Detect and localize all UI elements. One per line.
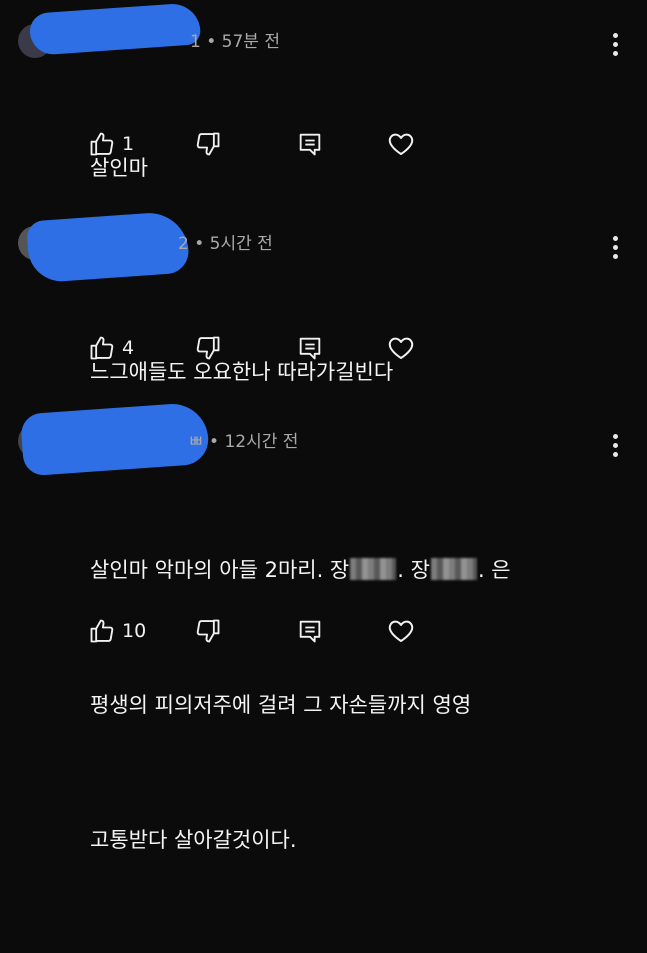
like-count: 1	[122, 133, 135, 155]
comment-line: 살인마 악마의 아들 2마리. 장 . 장 . 은	[90, 548, 511, 593]
comment-text: 살인마 악마의 아들 2마리. 장 . 장 . 은 평생의 피의저주에 걸려 그 자…	[90, 458, 511, 953]
thumbs-up-icon	[90, 132, 114, 156]
reply-icon	[299, 620, 321, 643]
username-tail: ㅃ	[188, 432, 204, 452]
comment-line: 느그애들도 오요한나 따라가길빈다	[90, 360, 394, 384]
heart-button[interactable]	[386, 331, 416, 365]
like-count: 4	[122, 337, 135, 359]
comment-1: 1 • 57분 전 살인마 1	[0, 0, 647, 180]
comment-meta: 1 • 57분 전	[190, 27, 280, 52]
like-button[interactable]: 1	[88, 127, 134, 161]
thumbs-up-icon	[90, 336, 114, 360]
thumbs-up-icon	[90, 619, 114, 643]
more-vertical-icon[interactable]	[613, 434, 619, 457]
dislike-button[interactable]	[194, 614, 222, 648]
like-button[interactable]: 4	[88, 331, 134, 365]
thumbs-down-icon	[196, 132, 220, 156]
dislike-button[interactable]	[194, 127, 222, 161]
like-button[interactable]: 10	[88, 614, 146, 648]
reply-icon	[299, 337, 321, 360]
reply-button[interactable]	[296, 127, 324, 161]
dislike-button[interactable]	[194, 331, 222, 365]
reply-icon	[299, 133, 321, 156]
more-vertical-icon[interactable]	[613, 33, 619, 56]
comment-meta: 2 • 5시간 전	[178, 229, 273, 254]
heart-icon	[388, 337, 414, 359]
comment-meta: ㅃ • 12시간 전	[188, 427, 298, 452]
thumbs-down-icon	[196, 336, 220, 360]
reply-button[interactable]	[296, 614, 324, 648]
heart-button[interactable]	[386, 614, 416, 648]
heart-button[interactable]	[386, 127, 416, 161]
like-count: 10	[122, 620, 147, 642]
comment-3: ㅃ • 12시간 전 살인마 악마의 아들 2마리. 장 . 장 . 은 평생의 피…	[0, 400, 647, 852]
comment-2: 2 • 5시간 전 느그애들도 오요한나 따라가길빈다 4	[0, 200, 647, 384]
redacted-username	[28, 2, 202, 56]
reply-button[interactable]	[296, 331, 324, 365]
heart-icon	[388, 620, 414, 642]
timestamp: • 57분 전	[206, 32, 280, 52]
text-segment: . 은	[477, 558, 511, 582]
thumbs-down-icon	[196, 619, 220, 643]
username-tail: 1	[190, 32, 201, 52]
text-segment: . 장	[397, 558, 430, 582]
timestamp: • 12시간 전	[209, 432, 299, 452]
comment-line: 평생의 피의저주에 걸려 그 자손들까지 영영	[90, 693, 472, 717]
blurred-name	[350, 558, 397, 580]
text-segment: 살인마 악마의 아들 2마리. 장	[90, 558, 350, 582]
username-tail: 2	[178, 234, 189, 254]
comment-line: 고통받다 살아갈것이다.	[90, 828, 297, 852]
blurred-name	[430, 558, 477, 580]
heart-icon	[388, 133, 414, 155]
timestamp: • 5시간 전	[194, 234, 273, 254]
more-vertical-icon[interactable]	[613, 236, 619, 259]
